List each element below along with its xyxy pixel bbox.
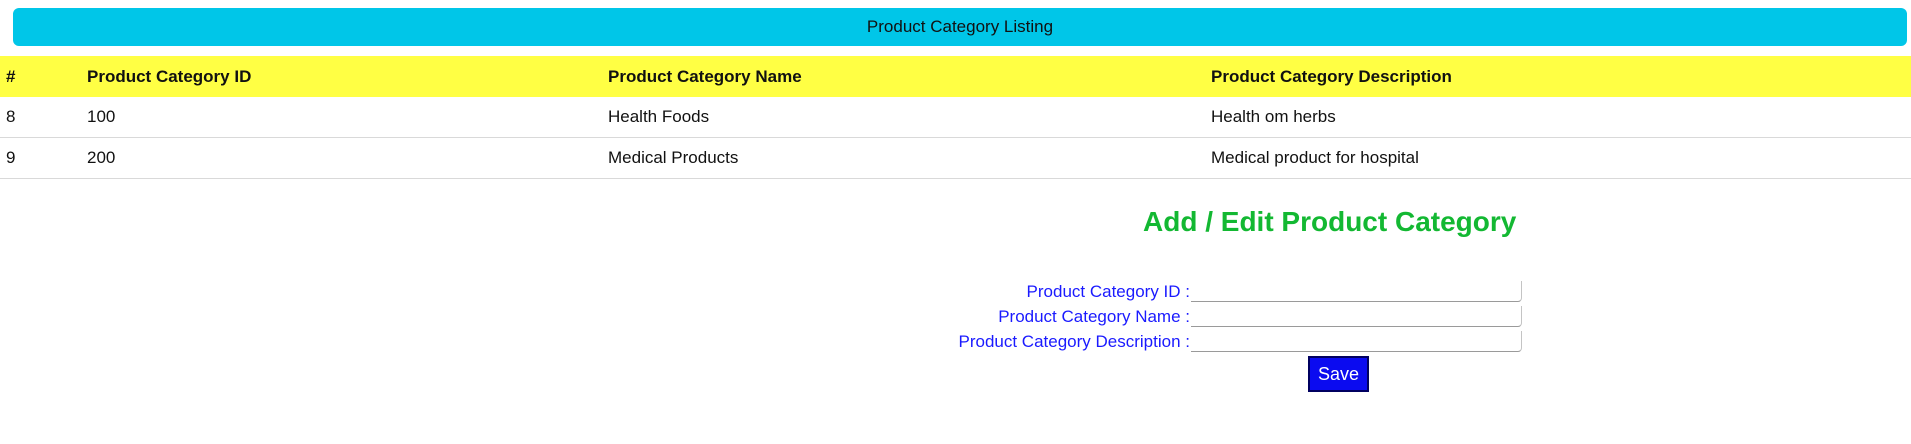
column-header-category-id[interactable]: Product Category ID bbox=[81, 56, 602, 97]
row-number-cell: 9 bbox=[0, 137, 81, 179]
category-description-cell: Medical product for hospital bbox=[1205, 137, 1911, 179]
category-name-input[interactable] bbox=[1191, 306, 1522, 327]
table-header-row: # Product Category ID Product Category N… bbox=[0, 56, 1911, 97]
category-name-cell: Health Foods bbox=[602, 97, 1205, 138]
category-name-label: Product Category Name : bbox=[998, 307, 1190, 326]
category-id-cell: 200 bbox=[81, 137, 602, 179]
row-number-cell: 8 bbox=[0, 97, 81, 138]
form-title: Add / Edit Product Category bbox=[1143, 206, 1517, 237]
form-row-category-name: Product Category Name : bbox=[0, 305, 1911, 329]
category-id-label: Product Category ID : bbox=[1026, 282, 1190, 301]
category-name-cell: Medical Products bbox=[602, 137, 1205, 179]
column-header-category-description[interactable]: Product Category Description bbox=[1205, 56, 1911, 97]
save-button[interactable]: Save bbox=[1308, 356, 1369, 392]
category-id-input[interactable] bbox=[1191, 281, 1522, 302]
category-description-input[interactable] bbox=[1191, 331, 1522, 352]
form-row-category-id: Product Category ID : bbox=[0, 280, 1911, 304]
column-header-number[interactable]: # bbox=[0, 56, 81, 97]
category-description-cell: Health om herbs bbox=[1205, 97, 1911, 138]
listing-banner: Product Category Listing bbox=[13, 8, 1907, 46]
table-row[interactable]: 8 100 Health Foods Health om herbs bbox=[0, 97, 1911, 138]
column-header-category-name[interactable]: Product Category Name bbox=[602, 56, 1205, 97]
listing-title: Product Category Listing bbox=[866, 17, 1054, 36]
table-row[interactable]: 9 200 Medical Products Medical product f… bbox=[0, 137, 1911, 179]
category-id-cell: 100 bbox=[81, 97, 602, 138]
category-description-label: Product Category Description : bbox=[958, 332, 1191, 351]
form-row-category-description: Product Category Description : bbox=[0, 330, 1911, 354]
product-category-table: # Product Category ID Product Category N… bbox=[0, 56, 1911, 179]
